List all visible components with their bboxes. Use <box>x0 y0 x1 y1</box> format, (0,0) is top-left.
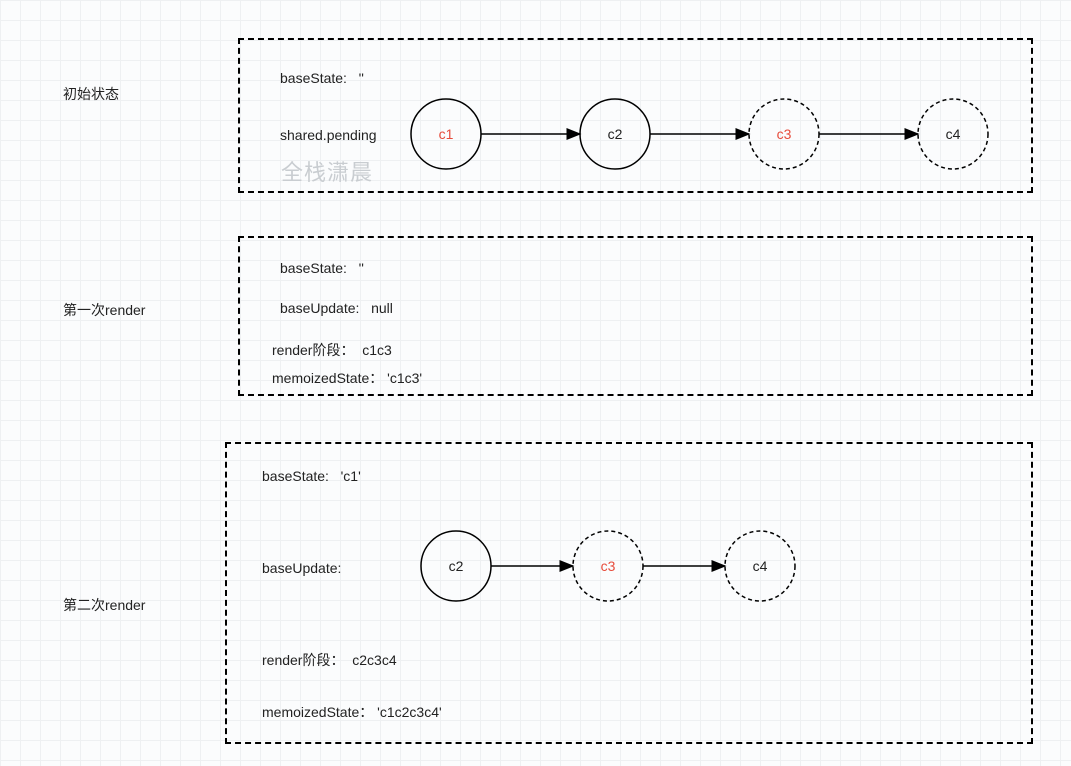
label-text: memoizedState： <box>272 370 383 386</box>
section-label-initial: 初始状态 <box>63 84 119 104</box>
label-text: memoizedState： <box>262 704 373 720</box>
label-text: baseState: <box>280 70 347 86</box>
first-baseupdate: baseUpdate: null <box>280 300 393 316</box>
value-text: c1c3 <box>362 342 392 358</box>
second-memoized: memoizedState： 'c1c2c3c4' <box>262 702 442 722</box>
label-text: render阶段： <box>262 652 344 668</box>
value-text: '' <box>359 260 364 276</box>
second-baseupdate: baseUpdate: <box>262 560 341 576</box>
label-text: baseState: <box>262 468 329 484</box>
label-text: render阶段： <box>272 342 354 358</box>
label-text: baseUpdate: <box>280 300 359 316</box>
value-text: c2c3c4 <box>352 652 396 668</box>
second-basestate: baseState: 'c1' <box>262 468 361 484</box>
initial-shared-pending-label: shared.pending <box>280 127 377 143</box>
value-text: 'c1' <box>341 468 361 484</box>
value-text: 'c1c2c3c4' <box>377 704 442 720</box>
value-text: 'c1c3' <box>387 370 422 386</box>
section-label-second-render: 第二次render <box>63 595 145 615</box>
first-memoized: memoizedState： 'c1c3' <box>272 368 422 388</box>
label-text: baseState: <box>280 260 347 276</box>
second-renderphase: render阶段： c2c3c4 <box>262 650 397 670</box>
initial-box <box>238 38 1033 193</box>
second-render-box <box>225 442 1033 744</box>
section-label-first-render: 第一次render <box>63 300 145 320</box>
first-basestate: baseState: '' <box>280 260 364 276</box>
value-text: null <box>371 300 393 316</box>
initial-basestate-label: baseState: '' <box>280 70 364 86</box>
value-text: '' <box>359 70 364 86</box>
first-renderphase: render阶段： c1c3 <box>272 340 392 360</box>
